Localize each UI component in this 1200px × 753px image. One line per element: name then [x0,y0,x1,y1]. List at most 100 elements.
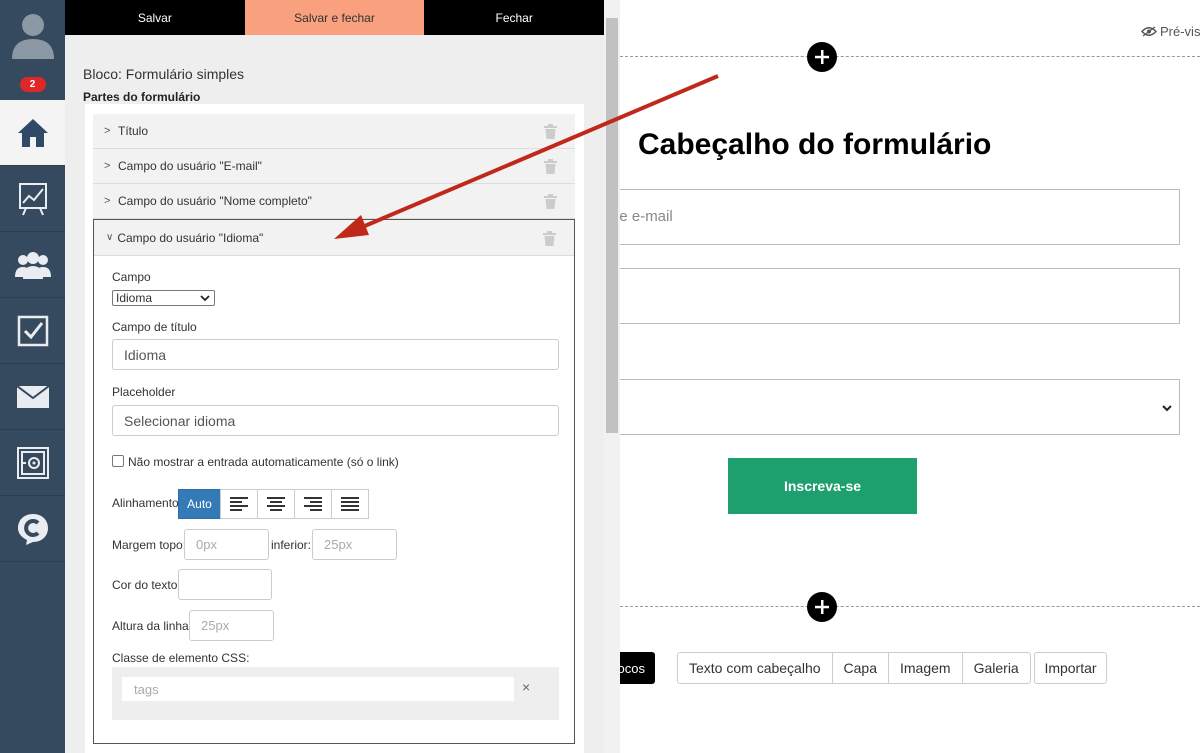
text-color-input[interactable] [178,569,272,600]
add-block-button[interactable] [807,42,837,72]
left-nav: 2 [0,0,65,753]
margin-bottom-input[interactable]: 25px [312,529,397,560]
part-language-header[interactable]: ∨ Campo do usuário "Idioma" [94,220,574,256]
save-close-button[interactable]: Salvar e fechar [244,0,425,35]
form-parts-list: > Título > Campo do usuário "E-mail" > C… [85,104,584,753]
stats-icon [18,182,47,215]
alignment-buttons: Auto [178,489,369,519]
add-block-button[interactable] [807,592,837,622]
placeholder-input[interactable]: Selecionar idioma [112,405,559,436]
block-type-image[interactable]: Imagem [888,652,963,684]
align-right-button[interactable] [294,489,332,519]
preview-button[interactable]: Pré-vis [1141,24,1200,39]
email-field[interactable]: de e-mail [620,189,1180,245]
trash-icon[interactable] [544,159,557,174]
part-label: Campo do usuário "Idioma" [117,230,264,245]
title-field-label: Campo de título [112,320,197,334]
block-settings-panel: Salvar Salvar e fechar Fechar Bloco: For… [65,0,620,753]
css-class-tags-box: tags × [112,667,559,720]
chat-icon [17,513,48,545]
align-center-button[interactable] [257,489,295,519]
trash-icon[interactable] [544,194,557,209]
alignment-label: Alinhamento [112,496,179,510]
line-height-input[interactable]: 25px [189,610,274,641]
clear-tags-icon[interactable]: × [522,679,530,695]
align-justify-button[interactable] [331,489,369,519]
align-left-icon [230,497,248,511]
auto-hide-label: Não mostrar a entrada automaticamente (s… [128,455,399,469]
align-center-icon [267,497,285,511]
align-right-icon [304,497,322,511]
blocks-button[interactable]: ocos [620,652,655,684]
nav-item-mail[interactable] [0,364,65,430]
avatar-icon [11,14,54,59]
auto-hide-checkbox[interactable] [112,455,124,467]
align-auto-button[interactable]: Auto [178,489,221,519]
block-divider [620,606,1200,607]
eye-icon [1141,26,1157,37]
part-email[interactable]: > Campo do usuário "E-mail" [93,149,575,184]
part-full-name[interactable]: > Campo do usuário "Nome completo" [93,184,575,219]
line-height-label: Altura da linha: [112,619,193,633]
placeholder-label: Placeholder [112,385,176,399]
trash-icon[interactable] [544,124,557,139]
save-button[interactable]: Salvar [65,0,245,35]
nav-item-safe[interactable] [0,430,65,496]
title-field-input[interactable]: Idioma [112,339,559,370]
nav-item-users[interactable] [0,232,65,298]
panel-toolbar: Salvar Salvar e fechar Fechar [65,0,605,35]
users-icon [14,251,51,279]
chevron-right-icon: > [104,195,111,207]
chevron-down-icon [1162,405,1172,412]
close-button[interactable]: Fechar [424,0,605,35]
part-label: Campo do usuário "Nome completo" [118,194,312,208]
nav-item-stats[interactable] [0,166,65,232]
nav-item-home[interactable] [0,100,65,166]
email-placeholder: de e-mail [620,208,673,225]
plus-icon [815,600,829,614]
language-select[interactable] [620,379,1180,435]
subscribe-button[interactable]: Inscreva-se [728,458,917,514]
chevron-down-icon: ∨ [106,232,114,243]
notification-badge[interactable]: 2 [19,76,46,92]
part-language-expanded: ∨ Campo do usuário "Idioma" Campo Idioma… [93,219,575,744]
align-justify-icon [341,497,359,511]
chevron-right-icon: > [104,125,111,137]
panel-scrollbar[interactable] [604,0,620,753]
text-color-label: Cor do texto: [112,578,181,592]
full-name-field[interactable] [620,268,1180,324]
editor-canvas: Pré-vis Cabeçalho do formulário de e-mai… [620,0,1200,753]
align-left-button[interactable] [220,489,258,519]
form-title[interactable]: Cabeçalho do formulário [638,128,991,162]
avatar[interactable] [0,0,65,68]
margin-bottom-label: inferior: [271,538,312,552]
nav-item-chat[interactable] [0,496,65,562]
chevron-right-icon: > [104,160,111,172]
parts-label: Partes do formulário [83,90,201,104]
mail-icon [16,385,49,408]
chevron-down-icon [200,295,210,302]
field-select[interactable]: Idioma [112,290,215,306]
part-label: Título [118,124,149,138]
import-button[interactable]: Importar [1034,652,1107,684]
block-title: Bloco: Formulário simples [83,66,245,82]
margin-top-label: Margem topo: [112,538,187,552]
part-label: Campo do usuário "E-mail" [118,159,262,173]
preview-label: Pré-vis [1160,24,1200,39]
field-select-value: Idioma [116,291,153,305]
part-title[interactable]: > Título [93,114,575,149]
block-type-cover[interactable]: Capa [831,652,889,684]
nav-item-tasks[interactable] [0,298,65,364]
plus-icon [815,50,829,64]
block-divider [620,56,1200,57]
css-class-tags-input[interactable]: tags [122,677,514,701]
block-type-buttons: Texto com cabeçalho Capa Imagem Galeria [677,652,1031,684]
home-icon [17,118,48,147]
block-type-text-header[interactable]: Texto com cabeçalho [677,652,833,684]
trash-icon[interactable] [543,231,556,246]
scrollbar-thumb[interactable] [606,18,618,433]
safe-icon [16,446,49,479]
block-type-gallery[interactable]: Galeria [961,652,1031,684]
margin-top-input[interactable]: 0px [184,529,269,560]
css-class-label: Classe de elemento CSS: [112,651,250,665]
